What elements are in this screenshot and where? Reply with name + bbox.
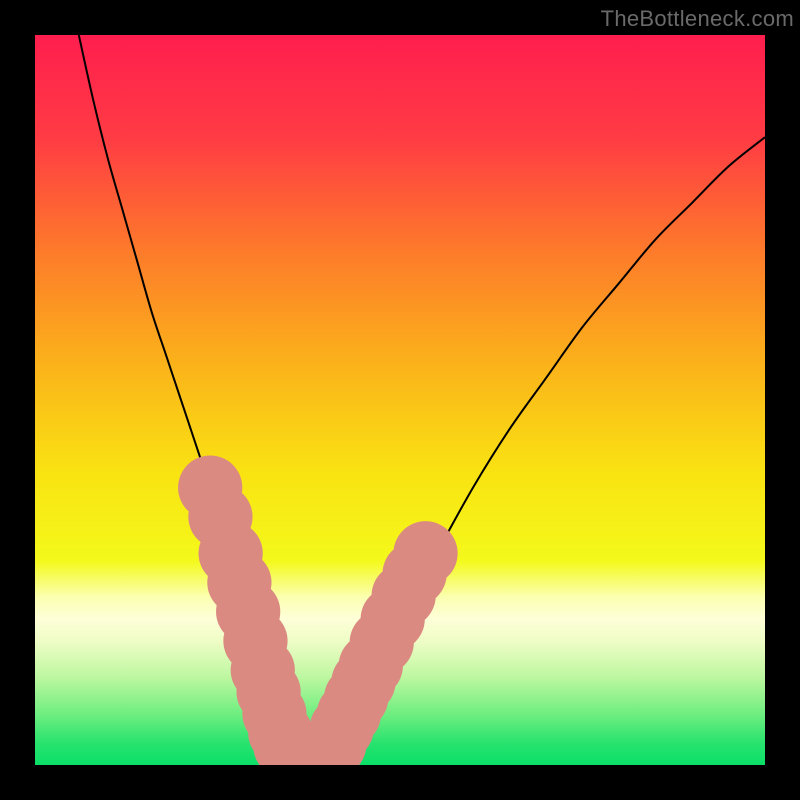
chart-frame: TheBottleneck.com: [0, 0, 800, 800]
watermark: TheBottleneck.com: [601, 6, 794, 32]
chart-plot-area: [35, 35, 765, 765]
chart-svg: [35, 35, 765, 765]
highlight-dot: [393, 521, 457, 585]
